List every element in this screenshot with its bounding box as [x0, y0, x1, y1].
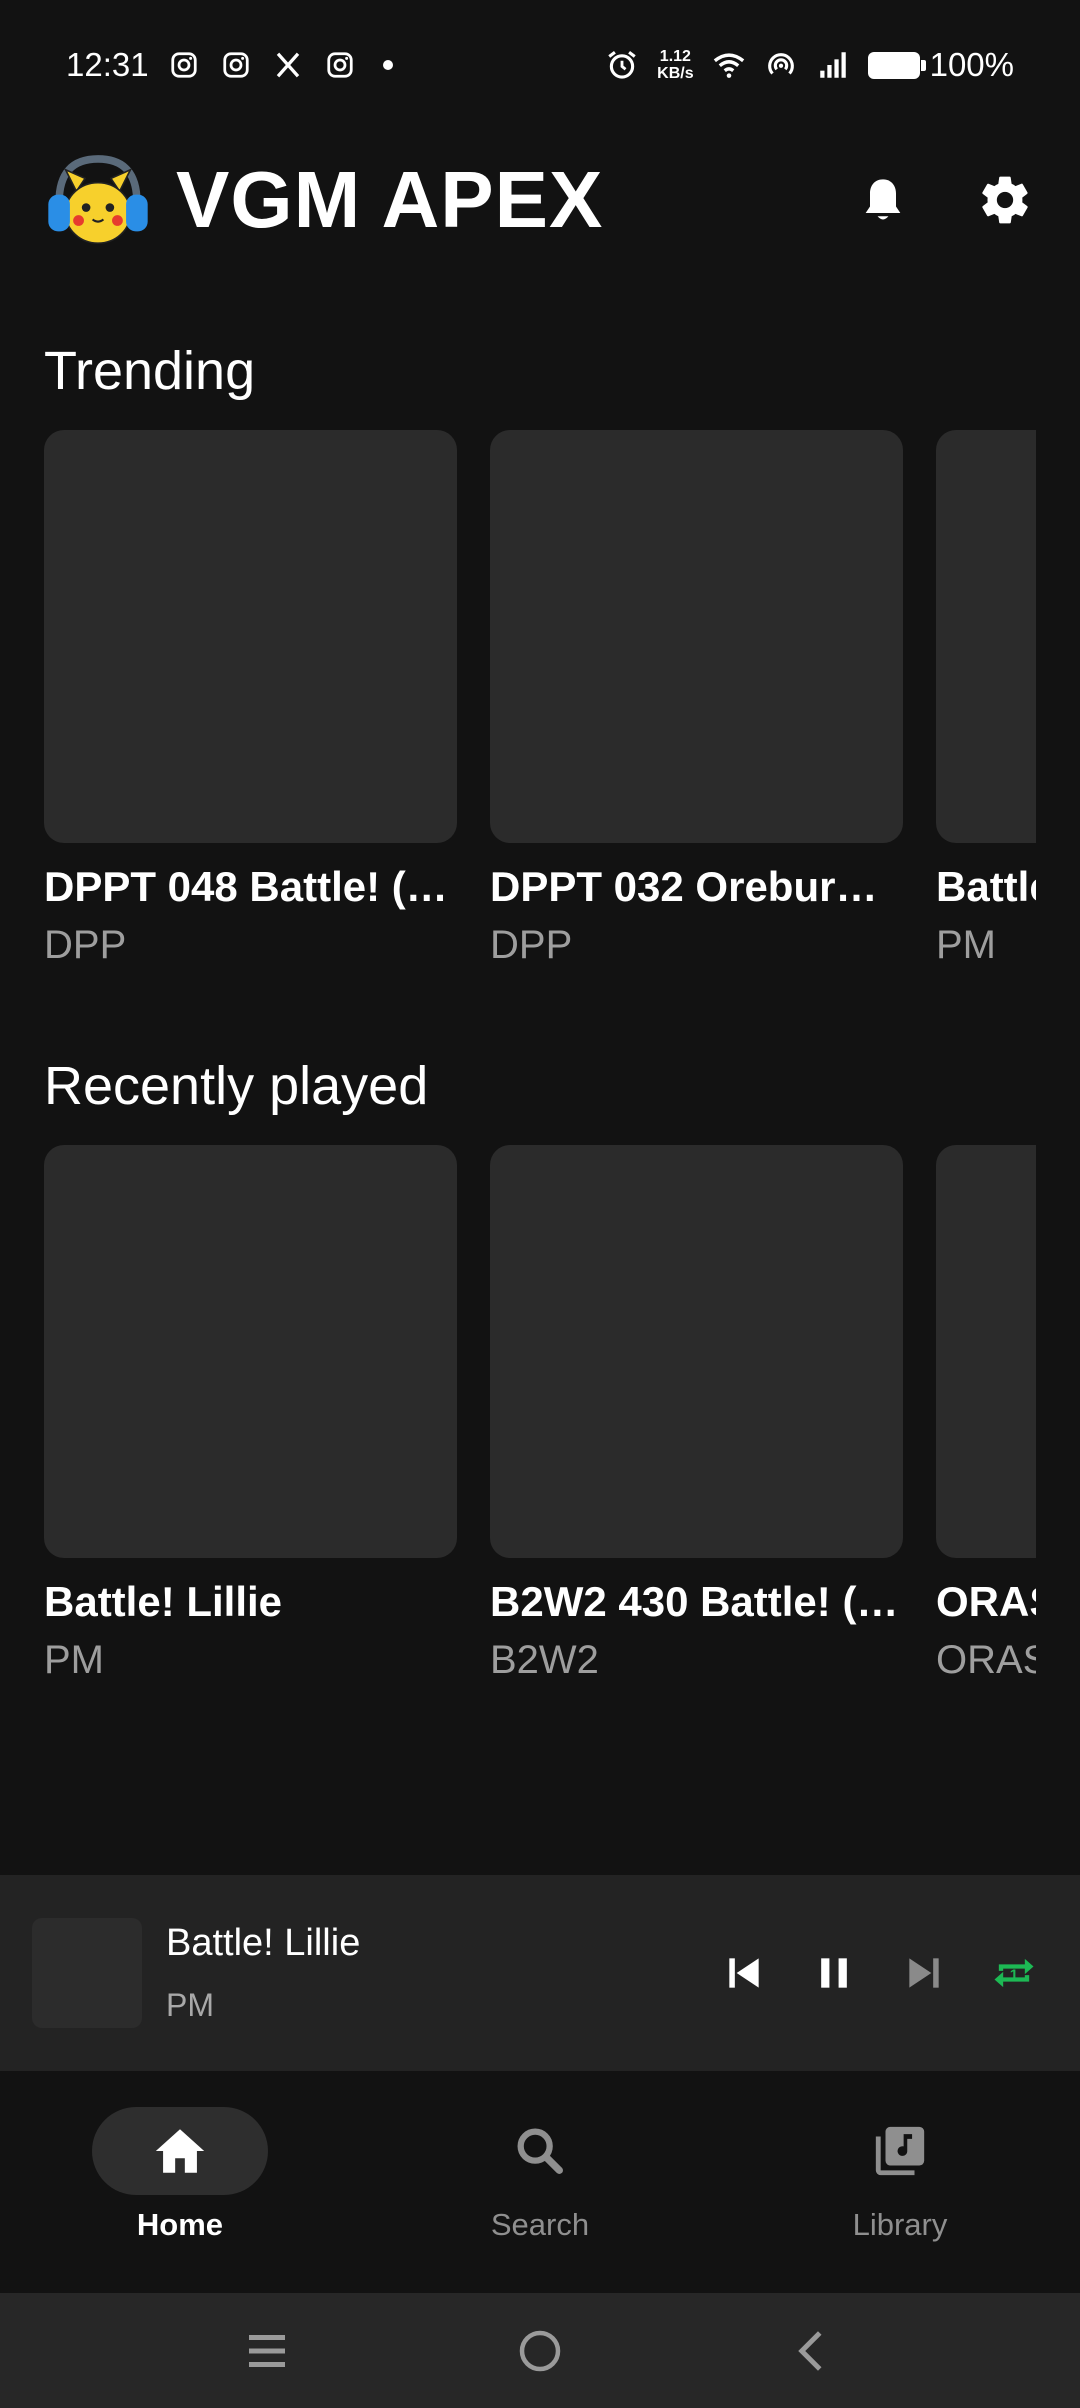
previous-button[interactable] — [718, 1947, 770, 1999]
home-icon — [155, 2129, 205, 2173]
gear-icon — [982, 176, 1028, 224]
recently-played-carousel[interactable]: Battle! Lillie PM B2W2 430 Battle! (… B2… — [44, 1145, 1036, 1705]
recent-card[interactable]: B2W2 430 Battle! (… B2W2 — [490, 1145, 903, 1683]
status-bar: 12:31 1.12 KB/s 100% — [0, 0, 1080, 130]
track-title: DPPT 048 Battle! (… — [44, 863, 448, 910]
pause-icon — [821, 1958, 847, 1988]
alarm-icon — [605, 48, 639, 82]
skip-previous-icon — [729, 1958, 759, 1988]
nav-label-library: Library — [852, 2207, 948, 2242]
recent-card[interactable]: ORAS ORAS — [936, 1145, 1036, 1683]
back-chevron-icon — [798, 2330, 822, 2371]
net-speed: 1.12 KB/s — [657, 48, 693, 82]
nav-label-home: Home — [136, 2207, 224, 2242]
recent-apps-button[interactable] — [237, 2321, 297, 2381]
repeat-one-badge: 1 — [1010, 1967, 1018, 1984]
library-icon — [875, 2126, 925, 2176]
hotspot-icon — [764, 48, 798, 82]
recent-card[interactable]: Battle! Lillie PM — [44, 1145, 457, 1683]
signal-icon — [816, 48, 850, 82]
track-artwork — [490, 1145, 903, 1558]
track-subtitle: B2W2 — [490, 1638, 599, 1682]
mini-player[interactable]: Battle! Lillie PM 1 — [0, 1875, 1080, 2071]
next-button[interactable] — [898, 1947, 950, 1999]
battery-indicator: 100% — [867, 46, 1014, 84]
trending-carousel[interactable]: DPPT 048 Battle! (… DPP DPPT 032 Oreburg… — [44, 430, 1036, 990]
instagram-icon — [323, 48, 357, 82]
now-playing-subtitle: PM — [166, 1987, 214, 2023]
track-title: B2W2 430 Battle! (… — [490, 1578, 899, 1625]
track-subtitle: DPP — [44, 923, 127, 967]
track-artwork — [936, 430, 1036, 843]
circle-home-icon — [519, 2330, 561, 2371]
track-title: DPPT 032 Oreburg… — [490, 863, 903, 910]
pause-button[interactable] — [808, 1947, 860, 1999]
app-title: VGM APEX — [176, 155, 604, 244]
pikachu-headphones-logo — [44, 146, 152, 254]
track-subtitle: DPP — [490, 923, 573, 967]
track-artwork — [44, 430, 457, 843]
status-time: 12:31 — [66, 46, 149, 83]
notifications-button[interactable] — [852, 169, 914, 231]
net-speed-unit: KB/s — [657, 65, 694, 82]
nav-item-search[interactable]: Search — [360, 2071, 720, 2293]
system-navigation-bar — [0, 2293, 1080, 2408]
search-icon — [517, 2128, 563, 2174]
skip-next-icon — [909, 1958, 939, 1988]
app-header: VGM APEX — [44, 145, 1036, 255]
track-artwork — [44, 1145, 457, 1558]
track-subtitle: PM — [44, 1638, 104, 1682]
trending-card[interactable]: Battle PM — [936, 430, 1036, 968]
instagram-icon — [167, 48, 201, 82]
more-notifications-dot — [382, 60, 393, 70]
recently-played-title: Recently played — [44, 1056, 429, 1116]
repeat-one-button[interactable]: 1 — [988, 1947, 1040, 1999]
nav-item-library[interactable]: Library — [720, 2071, 1080, 2293]
track-title: ORAS — [936, 1578, 1036, 1625]
net-speed-value: 1.12 — [659, 48, 691, 65]
trending-card[interactable]: DPPT 032 Oreburg… DPP — [490, 430, 903, 968]
back-button[interactable] — [783, 2321, 843, 2381]
track-subtitle: PM — [936, 923, 996, 967]
nav-label-search: Search — [490, 2207, 590, 2242]
wifi-icon — [712, 48, 746, 82]
battery-level: 100% — [929, 46, 1014, 83]
track-artwork — [936, 1145, 1036, 1558]
bell-icon — [865, 179, 901, 220]
nav-item-home[interactable]: Home — [0, 2071, 360, 2293]
track-title: Battle! Lillie — [44, 1578, 283, 1625]
track-subtitle: ORAS — [936, 1638, 1036, 1682]
instagram-icon — [219, 48, 253, 82]
battery-icon — [867, 51, 926, 79]
settings-button[interactable] — [974, 169, 1036, 231]
track-title: Battle — [936, 863, 1036, 910]
bottom-navigation: Home Search Library — [0, 2071, 1080, 2293]
app-screen: 12:31 1.12 KB/s 100% VGM APEX Trending D… — [0, 0, 1080, 2408]
now-playing-artwork — [32, 1918, 142, 2028]
trending-card[interactable]: DPPT 048 Battle! (… DPP — [44, 430, 457, 968]
x-icon — [271, 48, 305, 82]
trending-title: Trending — [44, 341, 256, 401]
now-playing-title: Battle! Lillie — [166, 1922, 361, 1964]
menu-icon — [248, 2334, 285, 2367]
repeat-one-icon: 1 — [994, 1958, 1034, 1988]
home-system-button[interactable] — [510, 2321, 570, 2381]
track-artwork — [490, 430, 903, 843]
